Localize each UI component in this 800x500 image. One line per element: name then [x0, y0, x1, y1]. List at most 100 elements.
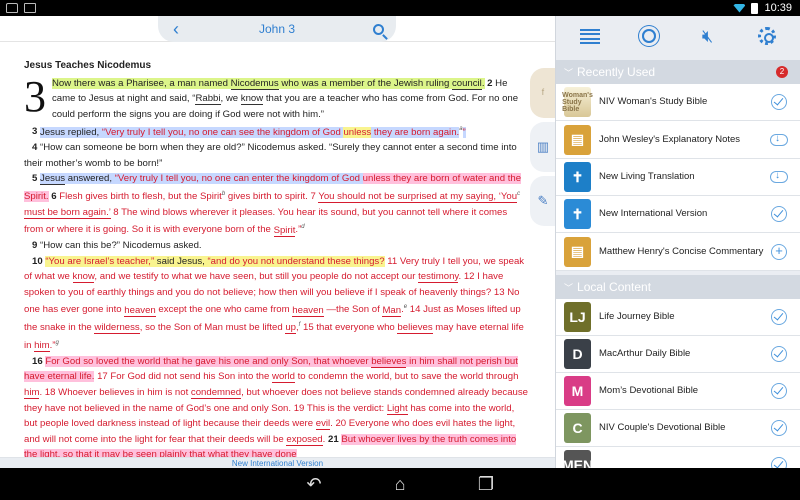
verse-text: You should not be surprised at my saying…: [318, 191, 518, 204]
woman-study-bible-cover-icon: Woman's Study Bible: [562, 87, 593, 117]
verse-text: Man: [382, 304, 402, 317]
verse-text: heaven: [292, 304, 324, 317]
library-item[interactable]: Woman's Study Bible NIV Woman's Study Bib…: [556, 84, 800, 121]
add-button[interactable]: +: [768, 243, 790, 260]
library-item[interactable]: M Mom’s Devotional Bible: [556, 373, 800, 410]
macarthur-cover-icon: D: [564, 339, 591, 369]
home-nav-button[interactable]: ⌂: [388, 474, 412, 495]
chapter-title[interactable]: John 3: [194, 22, 360, 36]
verse-paragraph[interactable]: 5 Jesus answered, “Very truly I tell you…: [24, 171, 529, 238]
verse-text: know: [240, 93, 264, 106]
library-item-label: NIV Woman's Study Bible: [599, 96, 708, 107]
verse-text: they are born again.: [371, 126, 460, 138]
brightness-button[interactable]: [637, 24, 661, 48]
download-button[interactable]: [768, 133, 790, 146]
verse-text: “Very truly I tell you, no one can see t…: [101, 126, 344, 138]
verse-paragraph[interactable]: 16 For God so loved the world that he ga…: [24, 354, 529, 463]
verse-text: Now there was a Pharisee, a man named: [52, 77, 231, 89]
version-label[interactable]: New International Version: [0, 457, 555, 468]
reader-top-bar: ‹ John 3: [0, 16, 555, 42]
checkmark-circle-icon: [771, 206, 787, 222]
verse-text: world: [272, 371, 295, 384]
check-button[interactable]: [768, 309, 790, 325]
verse-text: know: [72, 271, 95, 284]
verse-number: 4: [32, 142, 41, 154]
verse-paragraph[interactable]: Now there was a Pharisee, a man named Ni…: [24, 76, 529, 123]
search-button[interactable]: [360, 23, 396, 35]
pencil-icon: ✎: [537, 193, 549, 208]
cloud-download-icon: [770, 170, 788, 183]
library-item[interactable]: D MacArthur Daily Bible: [556, 336, 800, 373]
bible-icon: ✝: [564, 199, 591, 229]
checkmark-circle-icon: [771, 346, 787, 362]
footnote-marker[interactable]: g: [55, 340, 58, 346]
local-content-header[interactable]: ﹀ Local Content: [556, 275, 800, 299]
check-button[interactable]: [768, 383, 790, 399]
notes-handle[interactable]: ᶠ: [530, 68, 556, 118]
verse-text: Light: [386, 402, 408, 415]
chapter-number: 3: [24, 71, 46, 121]
verse-text: 17 For God did not send his Son into the: [94, 371, 273, 383]
couples-devotional-cover-icon: C: [564, 413, 591, 443]
verse-paragraph[interactable]: 9 “How can this be?” Nicodemus asked.: [24, 238, 529, 254]
verse-paragraph[interactable]: 4 “How can someone be born when they are…: [24, 140, 529, 171]
bible-text[interactable]: Jesus Teaches Nicodemus 3 Now there was …: [24, 58, 529, 463]
verse-text: answered,: [65, 173, 115, 185]
books-icon: ▥: [536, 139, 550, 154]
settings-button[interactable]: [755, 24, 779, 48]
verse-text: “Very truly I tell you, no one can enter…: [114, 173, 363, 185]
audio-button[interactable]: 🔇︎: [696, 24, 720, 48]
verse-text: wilderness: [94, 322, 140, 335]
verse-text: “You are Israel’s teacher,”: [45, 255, 155, 267]
checkmark-circle-icon: [771, 420, 787, 436]
library-item[interactable]: ✝ New Living Translation: [556, 159, 800, 196]
battery-icon: [751, 2, 759, 14]
footnote-marker[interactable]: d: [301, 224, 304, 230]
library-item-label: New Living Translation: [599, 171, 695, 182]
library-handle[interactable]: ▥: [530, 122, 556, 172]
notes-icon: ᶠ: [541, 85, 545, 101]
highlight-handle[interactable]: ✎: [530, 176, 556, 226]
notification-image-icon: [24, 3, 36, 13]
check-button[interactable]: [768, 420, 790, 436]
verse-text: For God so loved the world that he gave …: [45, 355, 372, 367]
notification-bag-icon: [6, 3, 18, 13]
footnote-marker[interactable]: c: [517, 191, 520, 197]
library-item-label: NIV Couple's Devotional Bible: [599, 422, 726, 433]
recents-nav-button[interactable]: ❐: [474, 474, 498, 495]
recently-used-header[interactable]: ﹀ Recently Used 2: [556, 60, 800, 84]
library-item[interactable]: C NIV Couple's Devotional Bible: [556, 410, 800, 447]
bible-icon: ✝: [564, 162, 591, 192]
library-item[interactable]: LJ Life Journey Bible: [556, 299, 800, 336]
library-item[interactable]: ▤ John Wesley's Explanatory Notes: [556, 121, 800, 159]
verse-text: , we: [220, 93, 241, 105]
verse-paragraph[interactable]: 10 “You are Israel’s teacher,” said Jesu…: [24, 254, 529, 354]
verse-text: said Jesus,: [154, 255, 208, 267]
back-nav-button[interactable]: ↶: [302, 474, 326, 495]
verse-text: condemned: [190, 387, 242, 399]
verse-text: unless: [343, 126, 372, 138]
check-button[interactable]: [768, 94, 790, 110]
menu-button[interactable]: [578, 24, 602, 48]
menu-icon: [579, 28, 600, 44]
reading-pane[interactable]: ‹ John 3 Jesus Teaches Nicodemus 3 Now t…: [0, 16, 555, 468]
check-button[interactable]: [768, 346, 790, 362]
notification-badge: 2: [776, 66, 788, 78]
back-chevron-icon[interactable]: ‹: [158, 19, 194, 40]
verse-text: except the one who came from: [155, 304, 293, 316]
verse-text: “How can someone be born when they are o…: [24, 142, 517, 169]
download-button[interactable]: [768, 170, 790, 183]
verse-number: 3: [32, 126, 41, 138]
verse-paragraph[interactable]: 3 Jesus replied, “Very truly I tell you,…: [24, 122, 529, 140]
verse-text: to condemn the world, but to save the wo…: [294, 371, 519, 383]
check-button[interactable]: [768, 206, 790, 222]
library-item[interactable]: ▤ Matthew Henry's Concise Commentary +: [556, 233, 800, 271]
verse-text: council: [451, 77, 482, 90]
library-item[interactable]: ✝ New International Version: [556, 196, 800, 233]
library-item-label: John Wesley's Explanatory Notes: [599, 133, 741, 145]
verse-text: must be born again.’: [24, 206, 111, 219]
verse-text: Jesus replied,: [40, 126, 102, 138]
verse-text: believes: [397, 322, 433, 335]
verse-number: 10: [32, 255, 46, 267]
recently-used-list: Woman's Study Bible NIV Woman's Study Bib…: [556, 84, 800, 271]
